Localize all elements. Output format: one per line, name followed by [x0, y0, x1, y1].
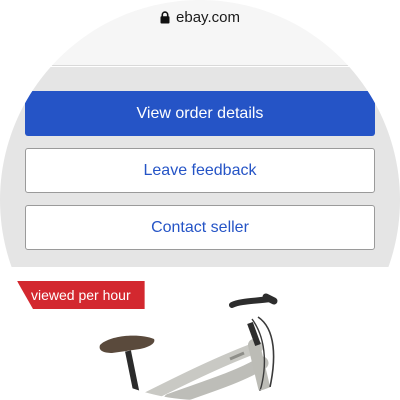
- order-actions-panel: View order details Leave feedback Contac…: [0, 67, 400, 267]
- view-order-details-label: View order details: [136, 104, 264, 122]
- lock-icon: [160, 11, 170, 24]
- listing-section: viewed per hour: [0, 267, 400, 400]
- url-text: ebay.com: [176, 9, 240, 26]
- url-display[interactable]: ebay.com: [160, 9, 240, 26]
- browser-address-bar[interactable]: ebay.com: [0, 0, 400, 66]
- contact-seller-label: Contact seller: [151, 218, 249, 236]
- contact-seller-button[interactable]: Contact seller: [25, 205, 375, 250]
- bicycle-image[interactable]: [80, 289, 400, 400]
- leave-feedback-label: Leave feedback: [143, 161, 257, 179]
- view-order-details-button[interactable]: View order details: [25, 91, 375, 136]
- leave-feedback-button[interactable]: Leave feedback: [25, 148, 375, 193]
- page: ebay.com View order details Leave feedba…: [0, 0, 400, 400]
